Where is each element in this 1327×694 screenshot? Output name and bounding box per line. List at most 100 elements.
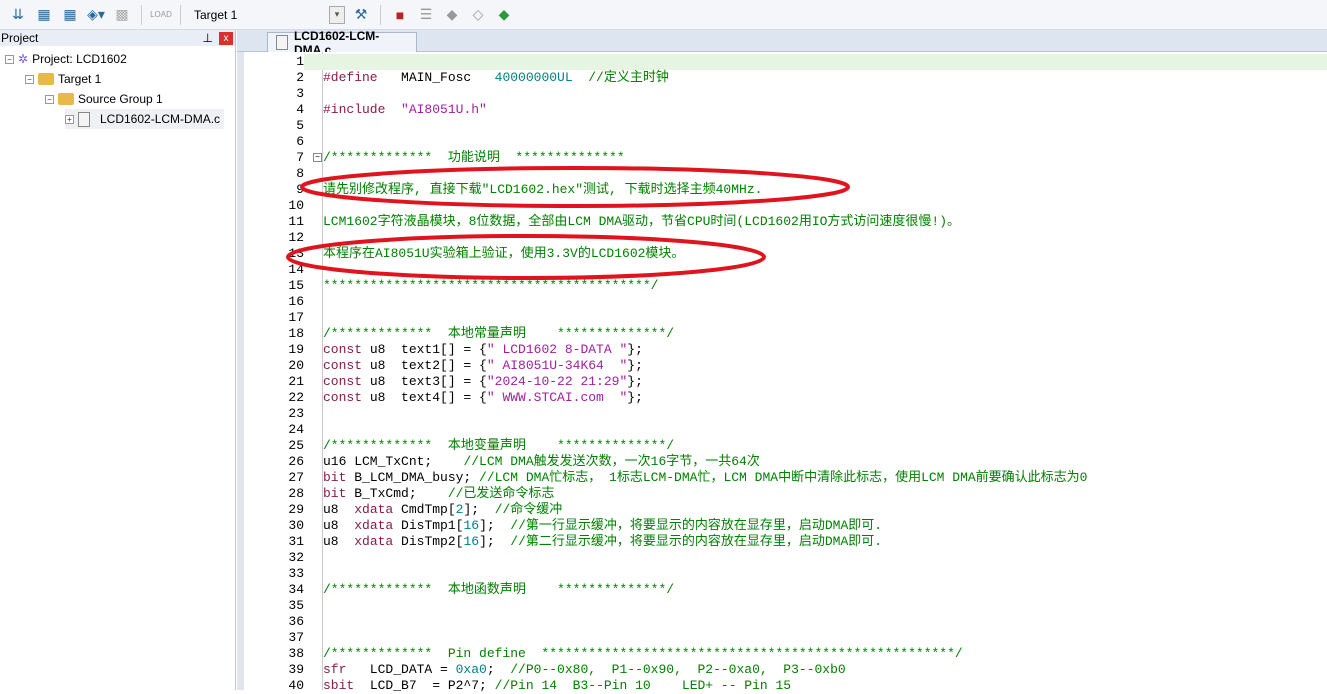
project-icon: ✲ [18,52,29,66]
code-line[interactable]: 15 **************************************… [244,278,1327,294]
code-line[interactable]: 23 [244,406,1327,422]
code-line[interactable]: 22 const u8 text4[] = {" WWW.STCAI.com "}… [244,390,1327,406]
line-number: 1 [244,54,304,70]
code-token: //P0--0x80, P1--0x90, P2--0xa0, P3--0xb0 [510,662,846,677]
line-number: 35 [288,598,304,613]
code-text: /************* 本地变量声明 **************/ [323,438,674,454]
code-line[interactable]: 34 /************* 本地函数声明 **************/ [244,582,1327,598]
code-line[interactable]: 27 bit B_LCM_DMA_busy; //LCM DMA忙标志， 1标志L… [244,470,1327,486]
target-folder-icon [38,73,54,85]
code-line[interactable]: 39 sfr LCD_DATA = 0xa0; //P0--0x80, P1--0… [244,662,1327,678]
code-line[interactable]: 20 const u8 text2[] = {" AI8051U-34K64 "}… [244,358,1327,374]
collapse-icon[interactable]: − [45,94,54,104]
code-line[interactable]: 1 [244,54,1327,70]
code-line[interactable]: 8 [244,166,1327,182]
code-line[interactable]: 38 /************* Pin define ************… [244,646,1327,662]
manage-components-icon[interactable]: ■ [390,5,410,25]
code-token: " WWW.STCAI.com " [486,390,628,405]
code-line[interactable]: 18 /************* 本地常量声明 **************/ [244,326,1327,342]
code-token: bit [323,486,347,501]
code-token: xdata [354,502,394,517]
code-line[interactable]: 12 [244,230,1327,246]
separator [141,4,142,25]
tree-item-source-group[interactable]: − Source Group 1 [45,89,163,109]
code-line[interactable]: 40 sbit LCD_B7 = P2^7; //Pin 14 B3--Pin 1… [244,678,1327,694]
code-line[interactable]: 31 u8 xdata DisTmp2[16]; //第二行显示缓冲，将要显示的内… [244,534,1327,550]
code-line[interactable]: 11 LCM1602字符液晶模块，8位数据，全部由LCM DMA驱动，节省CPU时… [244,214,1327,230]
code-line[interactable]: 10 [244,198,1327,214]
code-line[interactable]: 25 /************* 本地变量声明 **************/ [244,438,1327,454]
close-icon[interactable]: x [219,31,233,45]
code-line[interactable]: 2 #define MAIN_Fosc 40000000UL //定义主时钟 [244,70,1327,86]
code-line[interactable]: 35 [244,598,1327,614]
code-line[interactable]: 26 u16 LCM_TxCnt; //LCM DMA触发发送次数，一次16字节，… [244,454,1327,470]
tree-item-file[interactable]: + LCD1602-LCM-DMA.c [65,109,225,129]
code-text: #include "AI8051U.h" [323,102,487,118]
code-token: const [323,358,363,373]
code-token: DisTmp1[ [393,518,464,533]
code-token: const [323,374,363,389]
code-line[interactable]: 14 [244,262,1327,278]
tree-item-target[interactable]: − Target 1 [25,69,101,89]
code-line[interactable]: 29 u8 xdata CmdTmp[2]; //命令缓冲 [244,502,1327,518]
code-editor[interactable]: 1 2 #define MAIN_Fosc 40000000UL //定义主时钟 3 4… [237,52,1327,693]
line-number: 27 [288,470,304,485]
translate-icon[interactable]: ⇊ [8,5,28,25]
line-number: 4 [296,102,304,117]
code-line[interactable]: 24 [244,422,1327,438]
line-number: 15 [288,278,304,293]
pin-icon[interactable]: ⊥ [203,31,213,45]
code-line[interactable]: 13 本程序在AI8051U实验箱上验证，使用3.3V的LCD1602模块。 [244,246,1327,262]
code-line[interactable]: 4 #include "AI8051U.h" [244,102,1327,118]
file-extensions-icon[interactable]: ☰ [416,5,436,25]
editor-tab-bar: LCD1602-LCM-DMA.c [237,29,1327,57]
code-token: /************* 本地常量声明 **************/ [323,326,675,341]
code-line[interactable]: 17 [244,310,1327,326]
batch-build-icon[interactable]: ◈▾ [86,5,106,25]
code-line[interactable]: 19 const u8 text1[] = {" LCD1602 8-DATA "… [244,342,1327,358]
rebuild-icon[interactable]: ▦ [60,5,80,25]
line-number: 17 [288,310,304,325]
code-line[interactable]: 33 [244,566,1327,582]
stop-build-icon[interactable]: ▩ [112,5,132,25]
code-token: u16 LCM_TxCnt; [323,454,464,469]
code-line[interactable]: 9 请先别修改程序, 直接下载"LCD1602.hex"测试, 下载时选择主频40… [244,182,1327,198]
code-token: B_TxCmd; [346,486,448,501]
target-options-icon[interactable]: ⚒ [351,5,371,25]
code-token: 16 [463,518,480,533]
code-line[interactable]: 21 const u8 text3[] = {"2024-10-22 21:29"… [244,374,1327,390]
build-icon[interactable]: ▦ [34,5,54,25]
line-number: 38 [288,646,304,661]
code-line[interactable]: 36 [244,614,1327,630]
tab-lcd1602-lcm-dma-c[interactable]: LCD1602-LCM-DMA.c [267,29,417,57]
event-recorder-icon[interactable]: ◆ [494,5,514,25]
expand-icon[interactable]: + [65,114,74,124]
select-packs-icon[interactable]: ◇ [468,5,488,25]
line-number: 12 [288,230,304,245]
target-select[interactable]: Target 1 ▾ [190,5,345,25]
code-line[interactable]: 32 [244,550,1327,566]
code-token: sfr [323,662,347,677]
code-line[interactable]: 5 [244,118,1327,134]
collapse-icon[interactable]: − [25,74,34,84]
code-line[interactable]: 6 [244,134,1327,150]
code-text: /************* Pin define **************… [323,646,963,662]
code-line[interactable]: 28 bit B_TxCmd; //已发送命令标志 [244,486,1327,502]
load-icon[interactable]: LOAD [150,5,172,25]
pack-installer-icon[interactable]: ◆ [442,5,462,25]
line-number: 39 [288,662,304,677]
chevron-down-icon[interactable]: ▾ [329,5,345,24]
code-text: const u8 text4[] = {" WWW.STCAI.com "}; [323,390,643,406]
code-token: "AI8051U.h" [401,102,487,117]
code-line[interactable]: 30 u8 xdata DisTmp1[16]; //第一行显示缓冲，将要显示的内… [244,518,1327,534]
code-token: //第一行显示缓冲，将要显示的内容放在显存里，启动DMA即可. [510,518,883,533]
tree-item-project[interactable]: − ✲ Project: LCD1602 [5,49,127,69]
code-line[interactable]: 3 [244,86,1327,102]
collapse-icon[interactable]: − [5,54,14,64]
code-line[interactable]: 16 [244,294,1327,310]
project-panel: Project ⊥ x − ✲ Project: LCD1602 − Target… [0,30,236,690]
code-line[interactable]: 7−/************* 功能说明 ************** [244,150,1327,166]
code-text: bit B_TxCmd; //已发送命令标志 [323,486,554,502]
fold-collapse-icon[interactable]: − [313,153,322,162]
code-line[interactable]: 37 [244,630,1327,646]
